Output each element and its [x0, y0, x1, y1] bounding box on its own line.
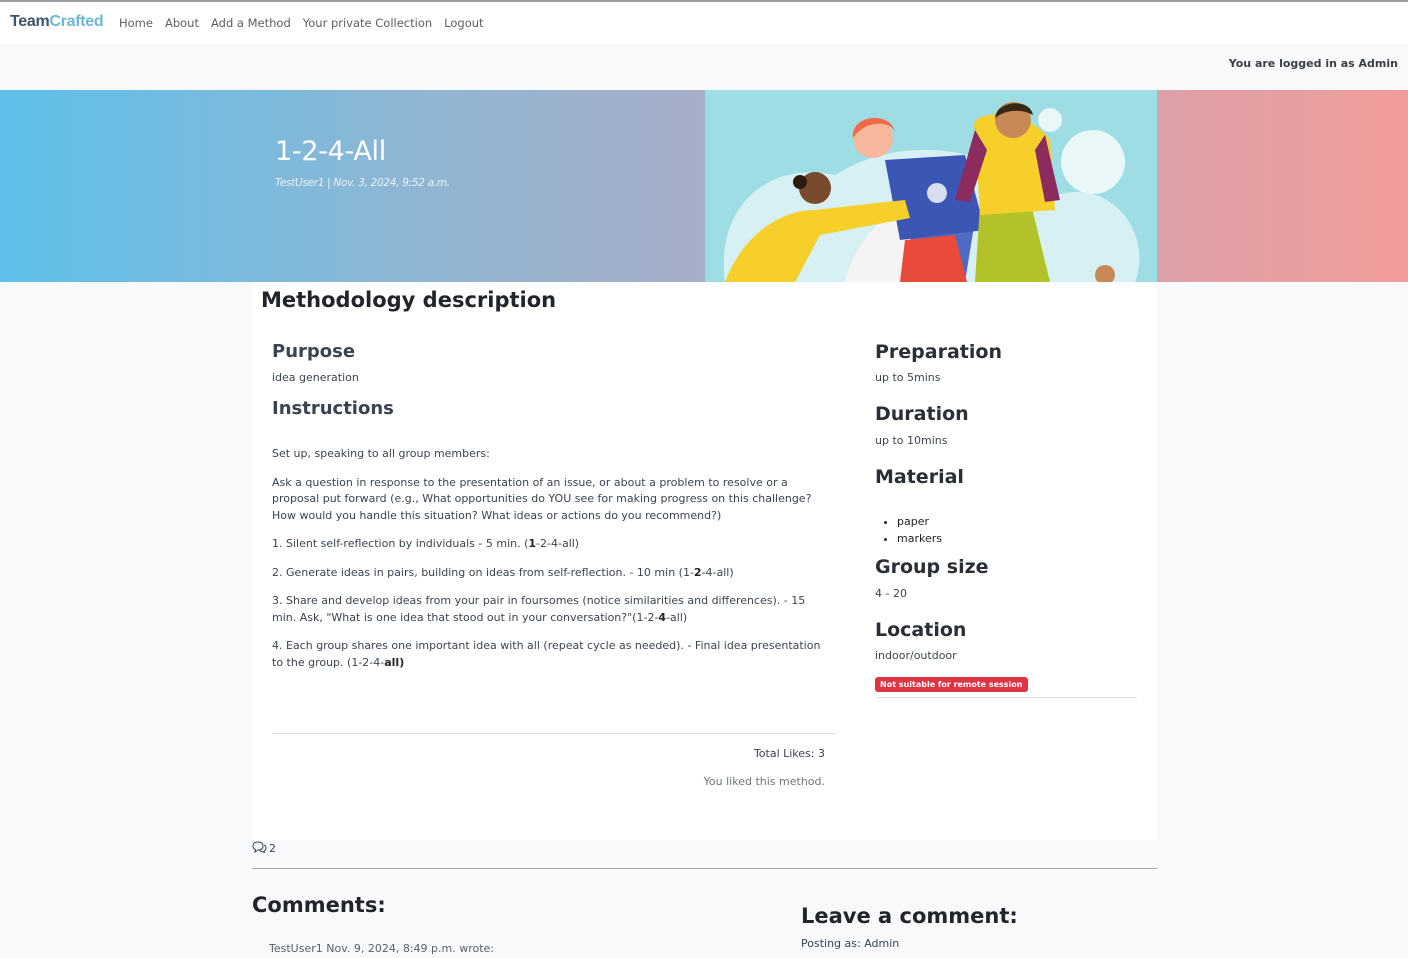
material-item: paper: [897, 513, 942, 530]
instruction-step-3: 3. Share and develop ideas from your pai…: [272, 594, 806, 624]
material-list: paper markers: [897, 513, 942, 547]
group-size-heading: Group size: [875, 556, 989, 578]
method-meta: TestUser1 | Nov. 3, 2024, 9:52 a.m.: [275, 177, 450, 189]
instruction-step-4: 4. Each group shares one important idea …: [272, 639, 821, 669]
method-panel: Methodology description Purpose idea gen…: [252, 282, 1157, 840]
instructions-body: Set up, speaking to all group members: A…: [272, 446, 832, 683]
nav-link-add-method[interactable]: Add a Method: [211, 16, 291, 30]
comment-author-meta: TestUser1 Nov. 9, 2024, 8:49 p.m. wrote:: [269, 942, 494, 955]
posting-as-label: Posting as: Admin: [801, 937, 900, 950]
navbar: TeamCrafted Home About Add a Method Your…: [0, 2, 1408, 44]
purpose-value: idea generation: [272, 371, 359, 384]
method-title: 1-2-4-All: [275, 136, 386, 167]
instruction-step-1: 1. Silent self-reflection by individuals…: [272, 537, 580, 550]
instructions-heading: Instructions: [272, 398, 394, 419]
sidebar-divider: [875, 697, 1137, 698]
comments-counter[interactable]: 2: [252, 841, 276, 856]
liked-message: You liked this method.: [703, 775, 825, 788]
nav-link-home[interactable]: Home: [119, 16, 153, 30]
brand-part-team: Team: [10, 13, 50, 30]
login-status: You are logged in as Admin: [1228, 57, 1398, 70]
brand-part-crafted: Crafted: [49, 13, 104, 30]
total-likes: Total Likes: 3: [753, 747, 825, 760]
duration-heading: Duration: [875, 403, 969, 425]
leave-comment-heading: Leave a comment:: [801, 904, 1018, 928]
preparation-value: up to 5mins: [875, 371, 941, 384]
nav-link-about[interactable]: About: [165, 16, 199, 30]
comments-count: 2: [269, 842, 276, 855]
brand-logo[interactable]: TeamCrafted: [10, 13, 104, 31]
instruction-question: Ask a question in response to the presen…: [272, 475, 812, 522]
remote-status-badge: Not suitable for remote session: [875, 677, 1028, 692]
method-illustration: [705, 90, 1157, 282]
nav-link-private-collection[interactable]: Your private Collection: [303, 16, 432, 30]
location-value: indoor/outdoor: [875, 649, 957, 662]
likes-divider: [272, 733, 836, 734]
instruction-setup: Set up, speaking to all group members:: [272, 447, 490, 460]
hero-banner: 1-2-4-All TestUser1 | Nov. 3, 2024, 9:52…: [0, 90, 1408, 282]
instruction-step-2: 2. Generate ideas in pairs, building on …: [272, 565, 734, 579]
material-heading: Material: [875, 466, 964, 488]
comments-separator: [252, 868, 1157, 869]
preparation-heading: Preparation: [875, 341, 1002, 363]
nav-link-logout[interactable]: Logout: [444, 16, 483, 30]
nav-links: Home About Add a Method Your private Col…: [119, 16, 484, 30]
comments-icon: [252, 841, 267, 856]
material-item: markers: [897, 530, 942, 547]
duration-value: up to 10mins: [875, 434, 948, 447]
purpose-heading: Purpose: [272, 341, 356, 362]
comments-heading: Comments:: [252, 893, 386, 917]
description-heading: Methodology description: [261, 288, 557, 312]
location-heading: Location: [875, 619, 967, 641]
group-size-value: 4 - 20: [875, 587, 907, 600]
